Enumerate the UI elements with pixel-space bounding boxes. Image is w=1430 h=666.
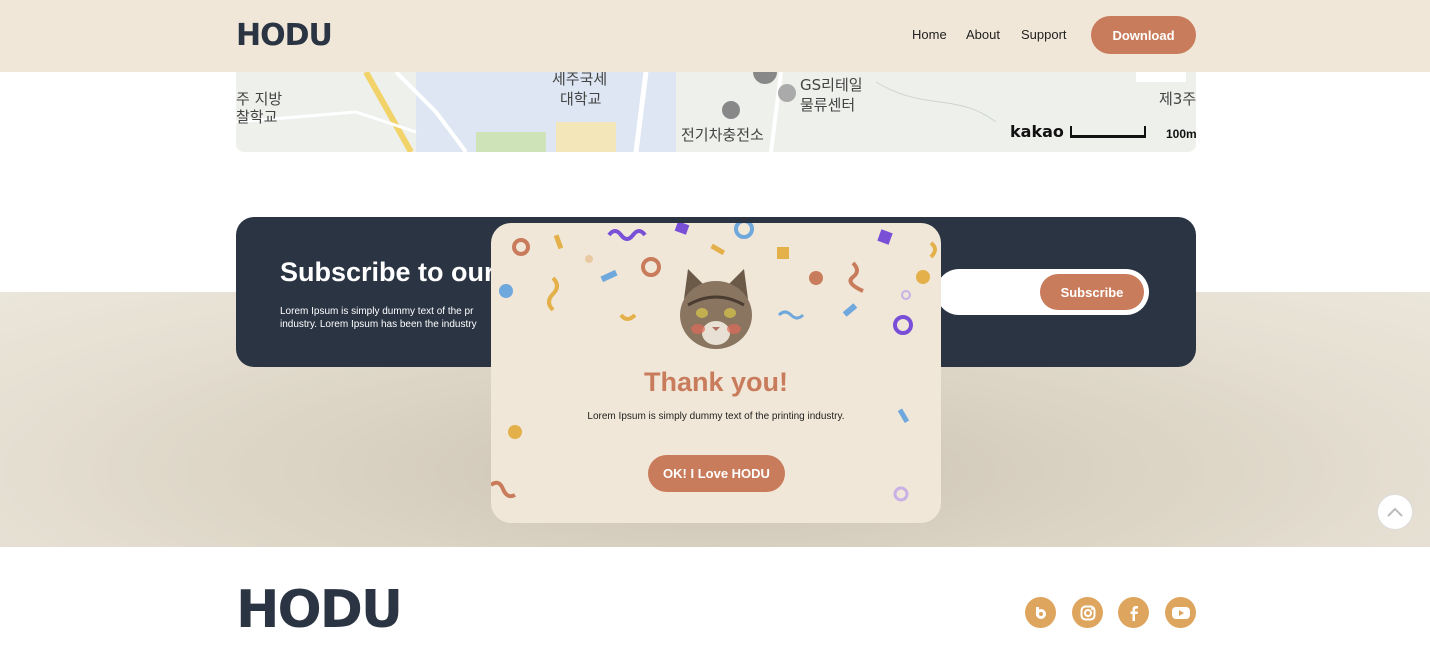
youtube-icon[interactable] [1165, 597, 1196, 628]
cat-face-image [680, 269, 752, 349]
map-label: GS리테일 [800, 76, 863, 94]
header-logo[interactable]: HODU [236, 18, 333, 53]
chevron-up-icon [1387, 507, 1403, 517]
instagram-icon[interactable] [1072, 597, 1103, 628]
map-scale-bar [1070, 126, 1146, 138]
map-label: 제3주 [1159, 90, 1196, 108]
blog-glyph [1035, 606, 1046, 619]
subscribe-text-line: industry. Lorem Ipsum has been the indus… [280, 319, 477, 330]
thank-you-modal: Thank you! Lorem Ipsum is simply dummy t… [491, 223, 941, 523]
location-map[interactable]: 세주국세 대학교 주 지방 찰학교 GS리테일 물류센터 전기차충전소 제3주 … [236, 72, 1196, 152]
kakao-logo: kakao [1010, 122, 1064, 141]
map-label: 대학교 [560, 90, 602, 108]
youtube-glyph [1171, 606, 1190, 619]
blog-icon[interactable] [1025, 597, 1056, 628]
modal-text: Lorem Ipsum is simply dummy text of the … [587, 411, 845, 422]
nav-about[interactable]: About [966, 27, 1000, 42]
ok-button[interactable]: OK! I Love HODU [648, 455, 785, 492]
map-label: 전기차충전소 [681, 126, 764, 144]
footer-logo[interactable]: HODU [236, 580, 403, 640]
modal-title: Thank you! [643, 367, 788, 397]
facebook-icon[interactable] [1118, 597, 1149, 628]
facebook-glyph [1130, 605, 1138, 621]
subscribe-title: Subscribe to our [280, 257, 495, 287]
subscribe-button[interactable]: Subscribe [1040, 274, 1144, 310]
subscribe-text: Lorem Ipsum is simply dummy text of the … [280, 305, 510, 331]
nav-support[interactable]: Support [1021, 27, 1067, 42]
map-label: 세주국세 [552, 72, 608, 88]
map-scale-label: 100m [1166, 127, 1196, 141]
download-button[interactable]: Download [1091, 16, 1196, 54]
scroll-top-button[interactable] [1377, 494, 1413, 530]
map-label: 찰학교 [236, 108, 278, 126]
instagram-glyph [1080, 605, 1095, 620]
subscribe-text-line: Lorem Ipsum is simply dummy text of the … [280, 306, 474, 317]
map-label: 물류센터 [800, 96, 856, 114]
site-header: HODU Home About Support Download [0, 0, 1430, 72]
nav-home[interactable]: Home [912, 27, 947, 42]
